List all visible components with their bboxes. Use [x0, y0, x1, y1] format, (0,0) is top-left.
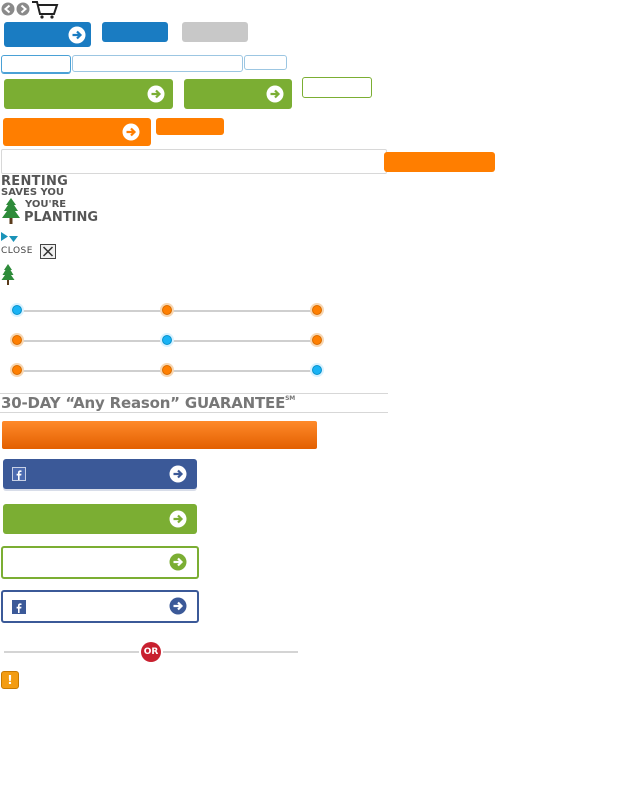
slider-stop[interactable] [160, 303, 174, 317]
saves-you-text: SAVES YOU [1, 187, 65, 198]
outlined-field-right[interactable] [244, 55, 287, 70]
guarantee-text: 30-DAY “Any Reason” GUARANTEESM [1, 396, 295, 411]
facebook-icon [12, 467, 26, 481]
green-large-arrow-button[interactable] [3, 504, 197, 534]
slider-stop[interactable] [310, 303, 324, 317]
service-mark: SM [285, 395, 296, 402]
arrow-right-icon [169, 465, 187, 483]
arrow-right-icon [169, 597, 187, 615]
or-divider-left [4, 651, 139, 653]
arrow-right-icon [147, 85, 165, 103]
green-outline-button[interactable] [302, 77, 372, 98]
slider-stop-active[interactable] [160, 333, 174, 347]
orange-arrow-button[interactable] [3, 118, 151, 146]
blue-button-small[interactable] [102, 22, 168, 42]
outlined-field-middle[interactable] [72, 55, 243, 72]
guarantee-divider-bottom [0, 412, 388, 413]
cart-icon[interactable] [31, 0, 59, 20]
arrow-right-icon [169, 510, 187, 528]
guarantee-label: 30-DAY “Any Reason” GUARANTEE [1, 394, 286, 412]
orange-submit-button[interactable] [384, 152, 495, 172]
blue-arrow-button[interactable] [4, 22, 91, 47]
close-icon[interactable] [40, 244, 56, 259]
slider-stop[interactable] [10, 363, 24, 377]
green-arrow-button-wide[interactable] [4, 79, 173, 109]
arrow-right-icon [169, 553, 187, 571]
green-outline-arrow-button[interactable] [1, 546, 199, 579]
or-divider-right [163, 651, 298, 653]
slider-stop[interactable] [310, 333, 324, 347]
youre-text: YOU'RE [25, 199, 67, 210]
outlined-field-left[interactable] [1, 55, 71, 73]
play-triangle-icon[interactable] [1, 228, 8, 241]
slider-stop-active[interactable] [10, 303, 24, 317]
text-input-field[interactable] [1, 149, 387, 174]
back-arrow-icon[interactable] [1, 2, 15, 16]
close-label[interactable]: CLOSE [1, 247, 33, 256]
alert-icon: ! [1, 671, 19, 689]
or-badge: OR [141, 642, 161, 662]
facebook-outline-arrow-button[interactable] [1, 590, 199, 623]
slider-stop[interactable] [10, 333, 24, 347]
green-arrow-button[interactable] [184, 79, 292, 109]
tree-icon [1, 198, 21, 225]
slider-stop-active[interactable] [310, 363, 324, 377]
planting-text: PLANTING [24, 210, 99, 225]
orange-gradient-button[interactable] [2, 421, 317, 449]
facebook-arrow-button[interactable] [3, 459, 197, 489]
arrow-right-icon [122, 123, 140, 141]
facebook-icon [12, 600, 26, 614]
orange-button-small[interactable] [156, 118, 224, 135]
gray-disabled-button[interactable] [182, 22, 248, 42]
chevron-down-icon[interactable] [9, 229, 18, 242]
arrow-right-icon [266, 85, 284, 103]
arrow-right-icon [68, 26, 86, 44]
forward-arrow-icon[interactable] [16, 2, 30, 16]
small-tree-icon [1, 264, 15, 286]
slider-stop[interactable] [160, 363, 174, 377]
